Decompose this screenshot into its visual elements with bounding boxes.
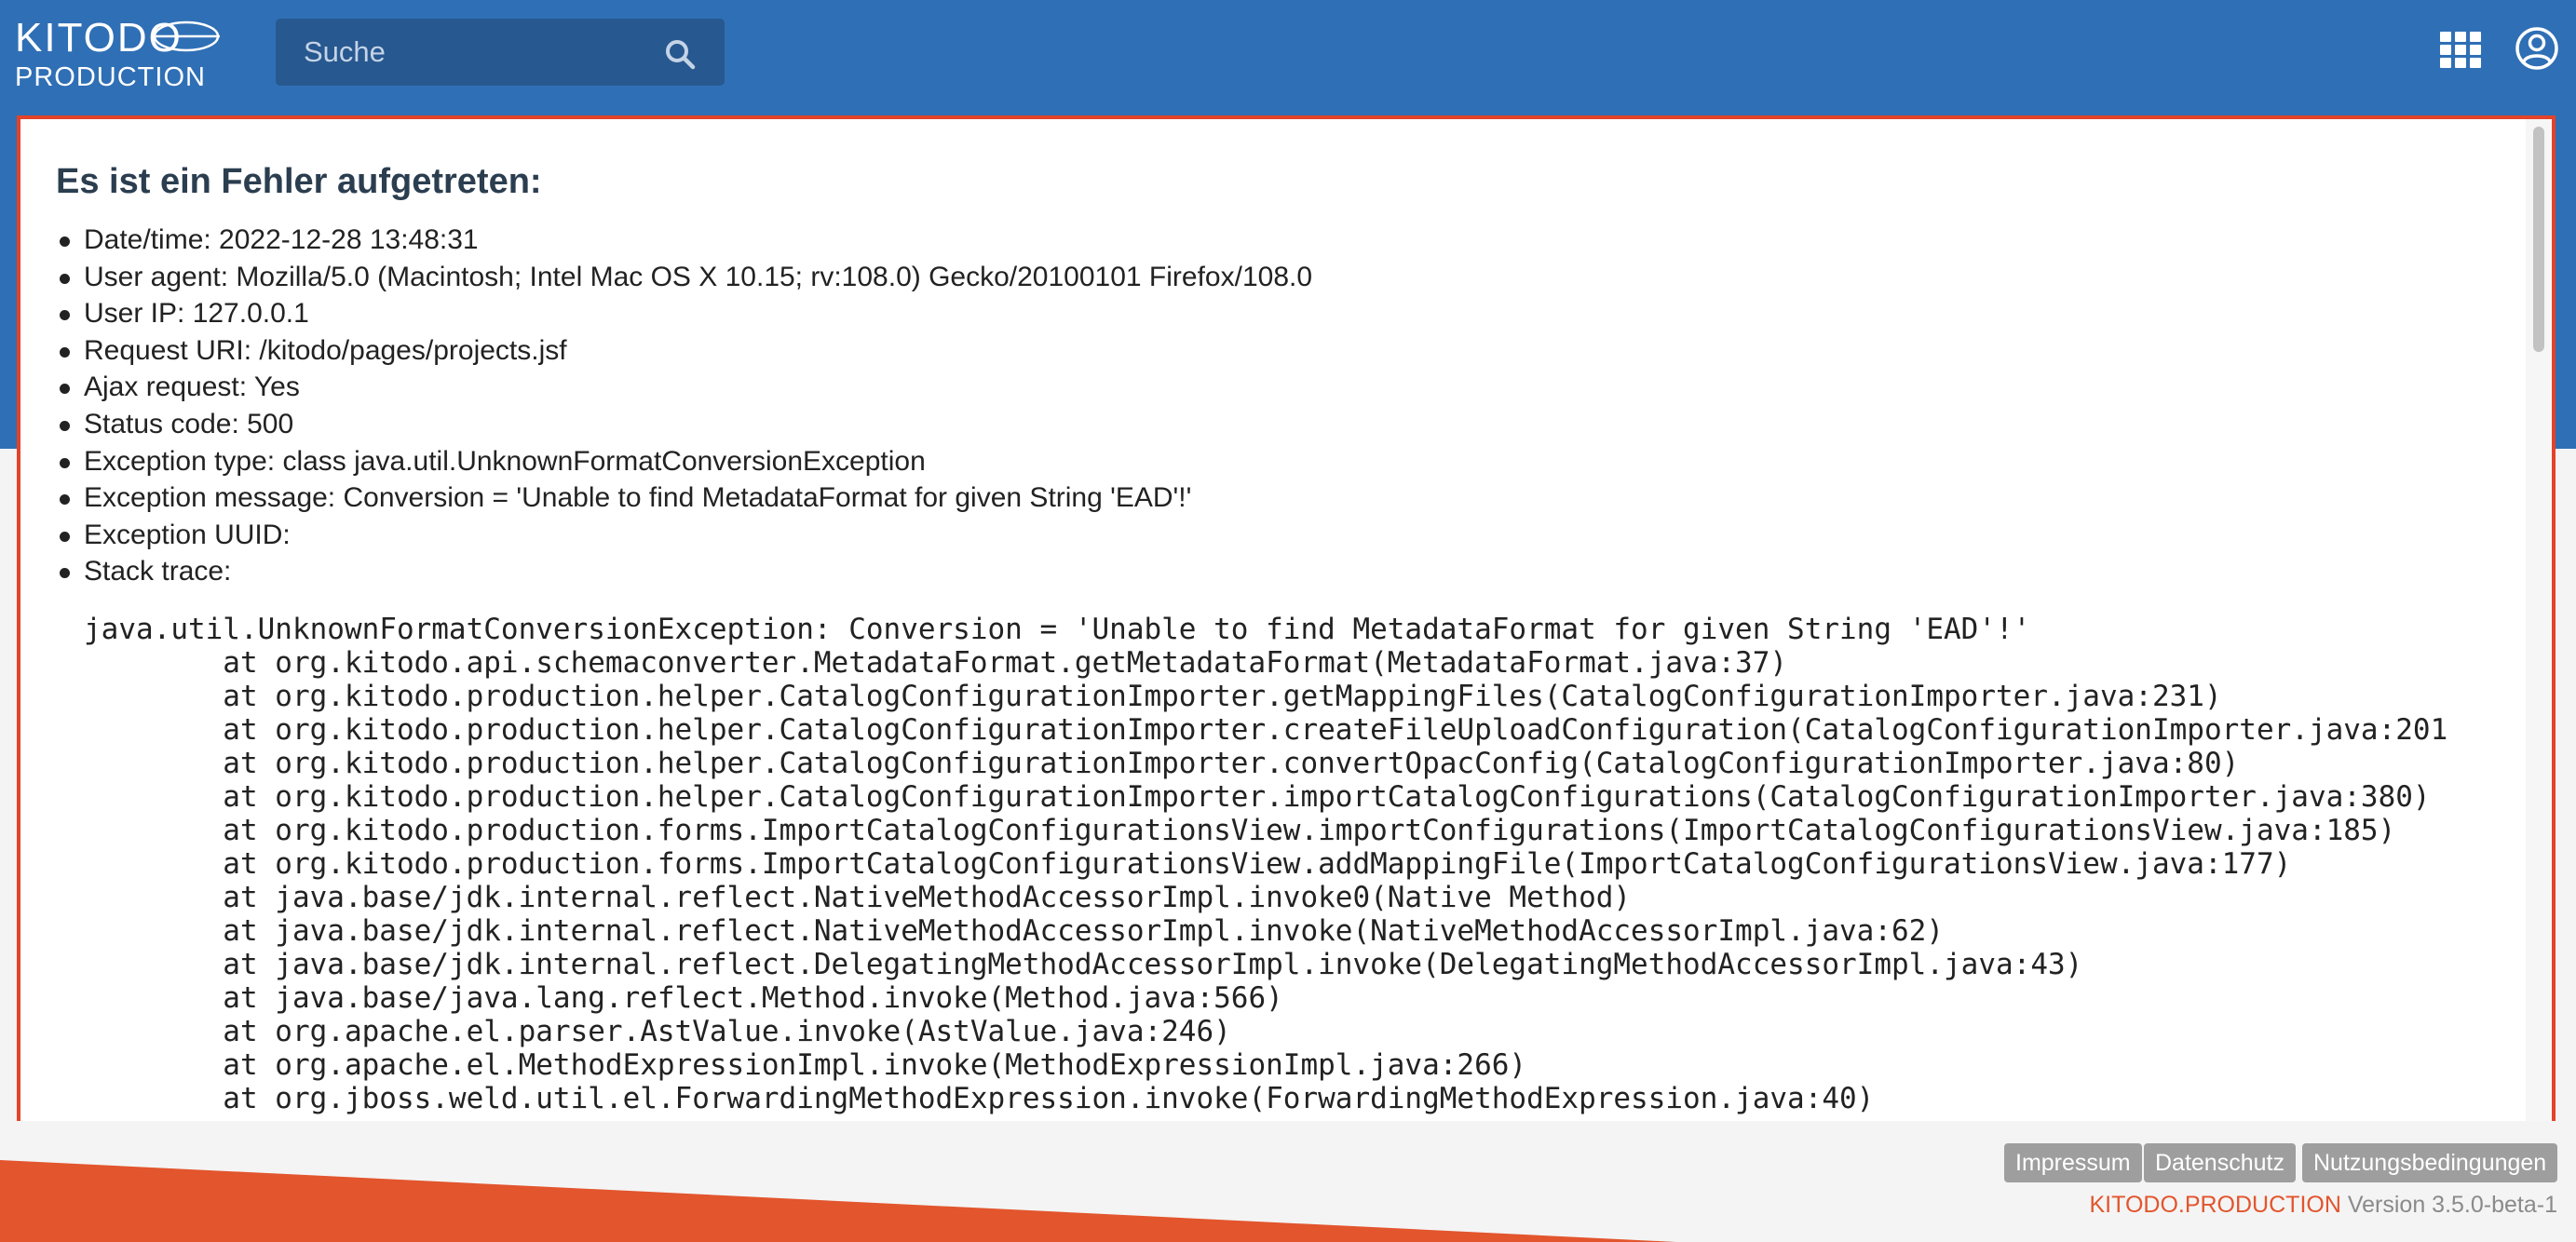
info-exception-message: Exception message: Conversion = 'Unable … [56, 479, 1312, 517]
footer-brand: KITODO.PRODUCTION [2089, 1192, 2341, 1218]
logo-subtitle: PRODUCTION [15, 62, 206, 92]
kitodo-logo[interactable]: KITODO PRODUCTION [15, 15, 220, 93]
info-exception-type: Exception type: class java.util.UnknownF… [56, 443, 1312, 480]
scrollbar-thumb[interactable] [2533, 127, 2544, 352]
info-user-ip: User IP: 127.0.0.1 [56, 295, 1312, 332]
logo-wordmark: KITODO [15, 15, 183, 61]
nutzungsbedingungen-button[interactable]: Nutzungsbedingungen [2302, 1143, 2558, 1182]
stack-trace: java.util.UnknownFormatConversionExcepti… [84, 613, 2448, 1115]
version-info: KITODO.PRODUCTION Version 3.5.0-beta-1 [2090, 1192, 2558, 1219]
info-user-agent: User agent: Mozilla/5.0 (Macintosh; Inte… [56, 259, 1312, 296]
info-ajax-request: Ajax request: Yes [56, 369, 1312, 406]
impressum-button[interactable]: Impressum [2004, 1143, 2142, 1182]
search-box [276, 19, 725, 86]
error-title: Es ist ein Fehler aufgetreten: [56, 162, 542, 201]
user-icon[interactable] [2515, 26, 2559, 71]
info-status-code: Status code: 500 [56, 406, 1312, 443]
error-info-list: Date/time: 2022-12-28 13:48:31 User agen… [56, 222, 1312, 590]
apps-grid-icon[interactable] [2440, 32, 2481, 69]
info-request-uri: Request URI: /kitodo/pages/projects.jsf [56, 332, 1312, 370]
error-dialog: Es ist ein Fehler aufgetreten: Date/time… [17, 115, 2556, 1121]
dialog-scrollbar[interactable] [2526, 119, 2552, 1121]
datenschutz-button[interactable]: Datenschutz [2144, 1143, 2296, 1182]
info-datetime: Date/time: 2022-12-28 13:48:31 [56, 222, 1312, 259]
info-stack-trace-label: Stack trace: [56, 553, 1312, 590]
version-label: Version 3.5.0-beta-1 [2347, 1192, 2557, 1218]
search-input[interactable] [276, 19, 676, 86]
search-icon[interactable] [663, 37, 697, 71]
info-exception-uuid: Exception UUID: [56, 517, 1312, 554]
